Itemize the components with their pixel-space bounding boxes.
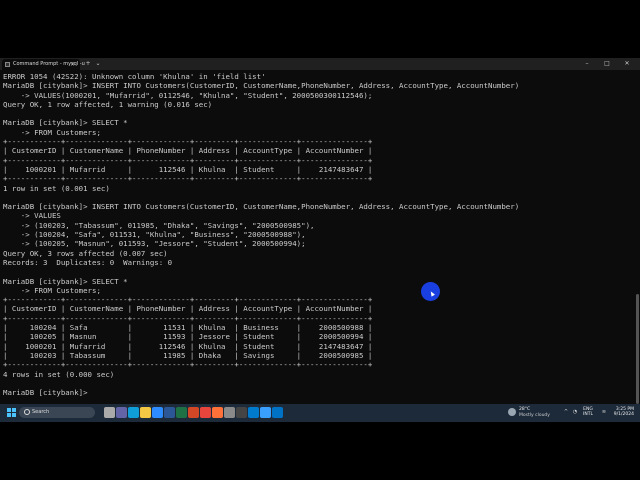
console-line: -> VALUES(1000201, "Mufarrid", 0112546, …: [3, 90, 373, 100]
console-line: MariaDB [citybank]> SELECT *: [3, 276, 128, 286]
console-line: -> (100203, "Tabassum", 011985, "Dhaka",…: [3, 220, 315, 230]
tab-command-prompt[interactable]: Command Prompt - mysql -u ×: [2, 59, 85, 70]
new-tab-button[interactable]: +: [84, 58, 92, 70]
cmd-icon: [5, 62, 10, 67]
terminal-window: Command Prompt - mysql -u × + ⌄ – □ ✕ ER…: [0, 58, 640, 404]
maximize-button[interactable]: □: [600, 58, 614, 70]
console-line: Query OK, 3 rows affected (0.007 sec): [3, 248, 168, 258]
language-indicator[interactable]: ENG INTL: [583, 407, 593, 417]
console-line: Records: 3 Duplicates: 0 Warnings: 0: [3, 257, 173, 267]
console-line: +------------+--------------+-----------…: [3, 174, 373, 184]
console-line: | 1000201 | Mufarrid | 112546 | Khulna |…: [3, 164, 373, 174]
file-explorer-icon[interactable]: [140, 407, 151, 418]
network-icon[interactable]: ◔: [572, 409, 578, 415]
powerpoint-icon[interactable]: [188, 407, 199, 418]
clock-date: 9/1/2024: [613, 412, 634, 417]
console-line: -> VALUES: [3, 211, 61, 221]
console-line: +------------+--------------+-----------…: [3, 137, 373, 147]
console-line: | 1000201 | Mufarrid | 112546 | Khulna |…: [3, 341, 373, 351]
store-icon[interactable]: [152, 407, 163, 418]
photos-icon[interactable]: [260, 407, 271, 418]
taskbar: Search 28°C Mostly cloudy ^ ◔ ENG INTL ≋…: [0, 404, 640, 422]
console-line: MariaDB [citybank]>: [3, 388, 92, 398]
taskbar-search[interactable]: Search: [19, 407, 95, 418]
edge-icon[interactable]: [128, 407, 139, 418]
console-line: +------------+--------------+-----------…: [3, 360, 373, 370]
weather-desc: Mostly cloudy: [519, 413, 550, 418]
console-output[interactable]: ERROR 1054 (42S22): Unknown column 'Khul…: [3, 72, 631, 404]
console-line: MariaDB [citybank]> INSERT INTO Customer…: [3, 202, 520, 212]
mouse-pointer-icon: [429, 290, 435, 297]
console-line: | 100204 | Safa | 11531 | Khulna | Busin…: [3, 323, 373, 333]
scrollbar[interactable]: [636, 294, 639, 404]
console-line: +------------+--------------+-----------…: [3, 155, 373, 165]
chrome-icon[interactable]: [200, 407, 211, 418]
console-line: -> (100205, "Masnun", 011593, "Jessore",…: [3, 239, 306, 249]
cursor-highlight: [421, 282, 440, 301]
close-button[interactable]: ✕: [620, 58, 634, 70]
cloud-icon: [508, 408, 516, 416]
console-line: MariaDB [citybank]> SELECT *: [3, 118, 128, 128]
tab-close-icon[interactable]: ×: [70, 59, 75, 70]
console-line: 4 rows in set (0.000 sec): [3, 369, 115, 379]
minimize-button[interactable]: –: [580, 58, 594, 70]
vscode-icon[interactable]: [248, 407, 259, 418]
mail-icon[interactable]: [272, 407, 283, 418]
weather-widget[interactable]: 28°C Mostly cloudy: [508, 407, 566, 419]
teams-icon[interactable]: [116, 407, 127, 418]
task-view-icon[interactable]: [104, 407, 115, 418]
console-line: MariaDB [citybank]> INSERT INTO Customer…: [3, 81, 520, 91]
console-line: 1 row in set (0.001 sec): [3, 183, 110, 193]
console-line: Query OK, 1 row affected, 1 warning (0.0…: [3, 99, 213, 109]
console-line: -> (100204, "Safa", 011531, "Khulna", "B…: [3, 230, 306, 240]
firefox-icon[interactable]: [212, 407, 223, 418]
console-line: | CustomerID | CustomerName | PhoneNumbe…: [3, 304, 373, 314]
title-bar[interactable]: Command Prompt - mysql -u × + ⌄ – □ ✕: [0, 58, 640, 70]
console-line: ERROR 1054 (42S22): Unknown column 'Khul…: [3, 72, 266, 81]
weather-temp: 28°C: [519, 407, 531, 412]
tab-dropdown-icon[interactable]: ⌄: [94, 58, 102, 70]
wifi-icon[interactable]: ≋: [601, 409, 607, 415]
clock[interactable]: 3:25 PM 9/1/2024: [612, 407, 634, 417]
terminal-icon[interactable]: [236, 407, 247, 418]
console-line: | CustomerID | CustomerName | PhoneNumbe…: [3, 146, 373, 156]
start-button[interactable]: [6, 407, 17, 418]
excel-icon[interactable]: [176, 407, 187, 418]
windows-logo-icon: [7, 408, 11, 412]
console-line: -> FROM Customers;: [3, 127, 101, 137]
tray-chevron-icon[interactable]: ^: [563, 409, 569, 415]
search-icon: [24, 409, 30, 415]
settings-icon[interactable]: [224, 407, 235, 418]
search-label: Search: [32, 409, 50, 415]
console-line: -> FROM Customers;: [3, 285, 101, 295]
console-line: +------------+--------------+-----------…: [3, 295, 373, 305]
console-line: +------------+--------------+-----------…: [3, 313, 373, 323]
console-line: | 100203 | Tabassum | 11985 | Dhaka | Sa…: [3, 350, 373, 360]
console-line: | 100205 | Masnun | 11593 | Jessore | St…: [3, 332, 373, 342]
lang-layout: INTL: [583, 412, 593, 417]
word-icon[interactable]: [164, 407, 175, 418]
